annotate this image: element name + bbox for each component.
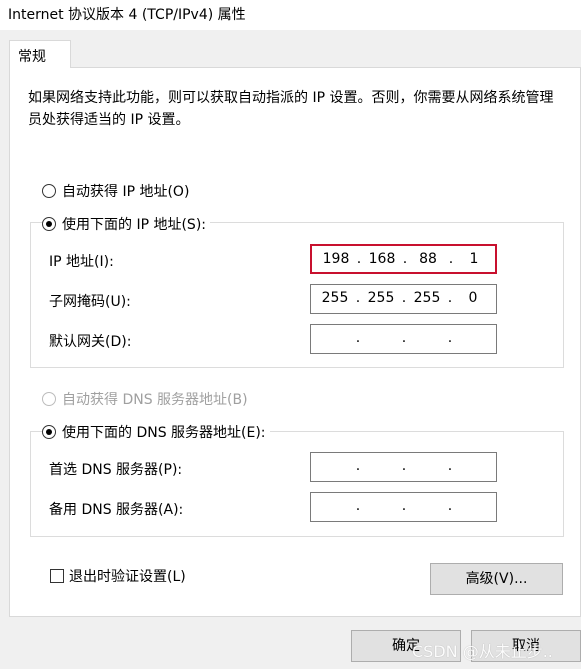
auto-dns-radio-circle [42, 392, 56, 406]
tab-general[interactable]: 常规 [9, 40, 71, 68]
advanced-button[interactable]: 高级(V)... [430, 563, 563, 595]
manual-ip-radio-circle [42, 217, 56, 231]
preferred-dns-input[interactable]: . . . [310, 452, 497, 482]
gateway-input[interactable]: . . . [310, 324, 497, 354]
window-title: Internet 协议版本 4 (TCP/IPv4) 属性 [8, 7, 246, 23]
auto-dns-radio-label: 自动获得 DNS 服务器地址(B) [62, 392, 248, 408]
alternate-dns-label: 备用 DNS 服务器(A): [49, 502, 184, 518]
manual-ip-radio[interactable]: 使用下面的 IP 地址(S): [42, 214, 210, 234]
manual-ip-radio-label: 使用下面的 IP 地址(S): [62, 217, 206, 233]
manual-dns-radio-label: 使用下面的 DNS 服务器地址(E): [62, 425, 266, 441]
description-text: 如果网络支持此功能，则可以获取自动指派的 IP 设置。否则，你需要从网络系统管理… [28, 90, 554, 128]
mask-octet-2: 255 [367, 290, 395, 306]
gateway-label: 默认网关(D): [49, 334, 132, 350]
manual-dns-radio-circle [42, 425, 56, 439]
ip-octet-3: 88 [419, 251, 437, 267]
auto-ip-radio[interactable]: 自动获得 IP 地址(O) [42, 181, 189, 201]
watermark-text: CSDN @从未止步.. [412, 642, 553, 661]
auto-dns-radio[interactable]: 自动获得 DNS 服务器地址(B) [42, 389, 248, 409]
subnet-mask-input[interactable]: 255 . 255 . 255 . 0 [310, 284, 497, 314]
validate-on-exit-checkbox[interactable]: 退出时验证设置(L) [50, 566, 186, 586]
auto-ip-radio-label: 自动获得 IP 地址(O) [62, 184, 190, 200]
ip-octet-2: 168 [368, 251, 396, 267]
validate-checkbox-label: 退出时验证设置(L) [69, 569, 186, 585]
validate-checkbox-box [50, 569, 64, 583]
ip-address-input[interactable]: 198 . 168 . 88 . 1 [310, 244, 497, 274]
preferred-dns-label: 首选 DNS 服务器(P): [49, 462, 183, 478]
ip-octet-1: 198 [322, 251, 350, 267]
tab-general-label: 常规 [18, 49, 46, 65]
title-bar: Internet 协议版本 4 (TCP/IPv4) 属性 [0, 0, 581, 30]
ip-address-label: IP 地址(I): [49, 254, 114, 270]
auto-ip-radio-circle [42, 184, 56, 198]
manual-dns-radio[interactable]: 使用下面的 DNS 服务器地址(E): [42, 422, 270, 442]
mask-octet-1: 255 [321, 290, 349, 306]
alternate-dns-input[interactable]: . . . [310, 492, 497, 522]
ip-octet-4: 1 [469, 251, 479, 267]
subnet-mask-label: 子网掩码(U): [49, 294, 131, 310]
mask-octet-4: 0 [468, 290, 478, 306]
mask-octet-3: 255 [413, 290, 441, 306]
